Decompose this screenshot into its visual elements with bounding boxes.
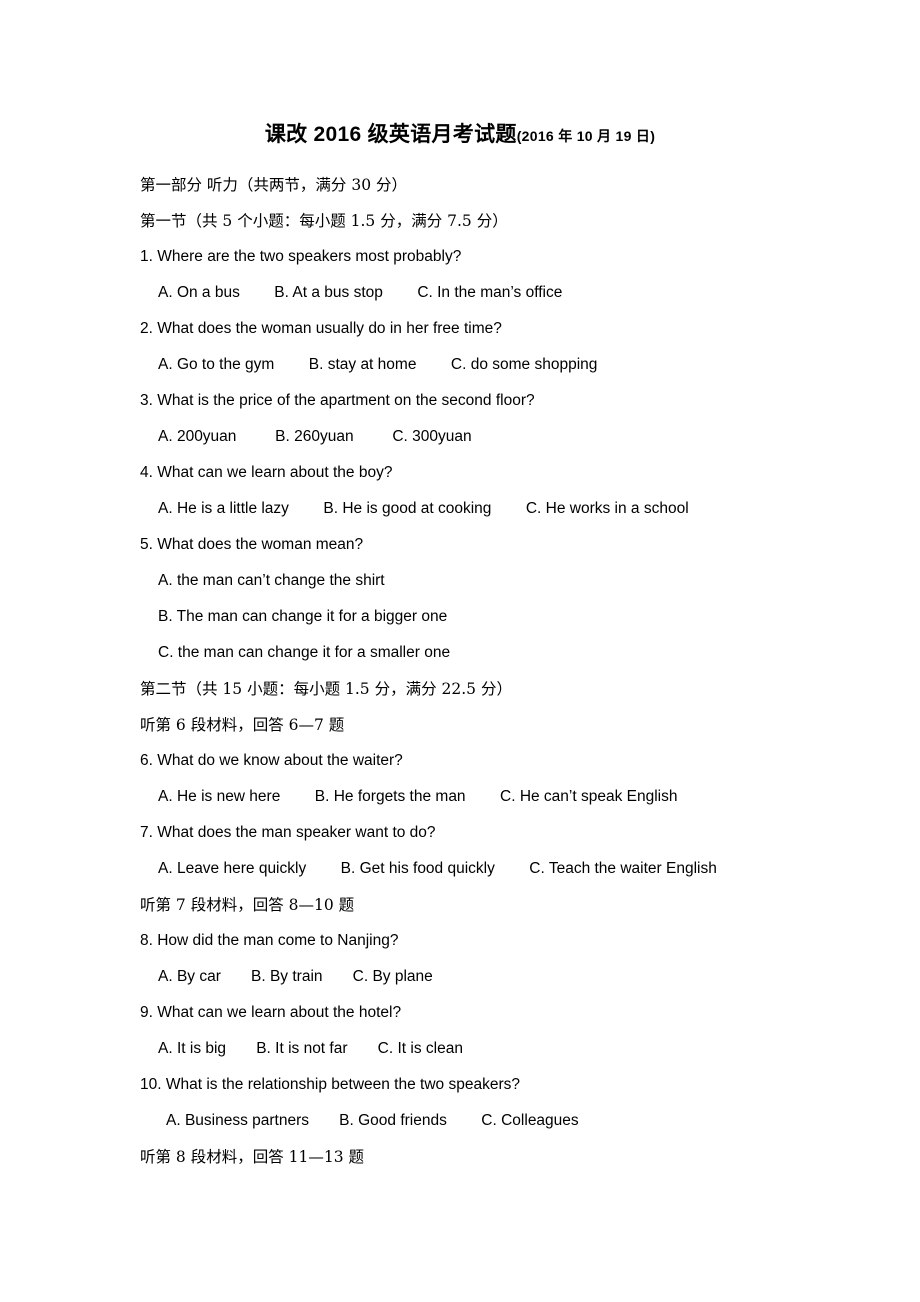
question-1-text: 1. Where are the two speakers most proba…	[140, 248, 462, 265]
section-two-heading: 第二节（共 15 小题：每小题 1.5 分，满分 22.5 分）	[140, 680, 512, 698]
material-7-heading: 听第 7 段材料，回答 8—10 题	[140, 896, 355, 914]
question-3-text: 3. What is the price of the apartment on…	[140, 392, 535, 409]
question-8-options[interactable]: A. By car B. By train C. By plane	[140, 959, 780, 995]
page-title-main: 课改 2016 级英语月考试题	[264, 123, 517, 146]
part-one-heading: 第一部分 听力（共两节，满分 30 分）	[140, 176, 408, 194]
question-5-option-c[interactable]: C. the man can change it for a smaller o…	[140, 635, 780, 671]
question-6-options[interactable]: A. He is new here B. He forgets the man …	[140, 779, 780, 815]
question-10-options[interactable]: A. Business partners B. Good friends C. …	[140, 1103, 780, 1139]
question-10-text: 10. What is the relationship between the…	[140, 1076, 520, 1093]
question-6-text: 6. What do we know about the waiter?	[140, 752, 403, 769]
question-3-options[interactable]: A. 200yuan B. 260yuan C. 300yuan	[140, 419, 780, 455]
question-8-text: 8. How did the man come to Nanjing?	[140, 932, 399, 949]
question-2-text: 2. What does the woman usually do in her…	[140, 320, 502, 337]
question-5-option-a[interactable]: A. the man can’t change the shirt	[140, 563, 780, 599]
question-2-options[interactable]: A. Go to the gym B. stay at home C. do s…	[140, 347, 780, 383]
question-1-options[interactable]: A. On a bus B. At a bus stop C. In the m…	[140, 275, 780, 311]
question-5-option-b[interactable]: B. The man can change it for a bigger on…	[140, 599, 780, 635]
question-7-text: 7. What does the man speaker want to do?	[140, 824, 436, 841]
page-title-date: (2016 年 10 月 19 日)	[516, 128, 656, 144]
material-8-heading: 听第 8 段材料，回答 11—13 题	[140, 1148, 365, 1166]
material-6-heading: 听第 6 段材料，回答 6—7 题	[140, 716, 345, 734]
question-7-options[interactable]: A. Leave here quickly B. Get his food qu…	[140, 851, 780, 887]
question-4-options[interactable]: A. He is a little lazy B. He is good at …	[140, 491, 780, 527]
question-5-text: 5. What does the woman mean?	[140, 536, 364, 553]
page-title: 课改 2016 级英语月考试题(2016 年 10 月 19 日)	[140, 120, 780, 151]
exam-paper-page: 课改 2016 级英语月考试题(2016 年 10 月 19 日) 第一部分 听…	[0, 0, 920, 1302]
section-one-heading: 第一节（共 5 个小题：每小题 1.5 分，满分 7.5 分）	[140, 212, 508, 230]
question-9-text: 9. What can we learn about the hotel?	[140, 1004, 402, 1021]
question-4-text: 4. What can we learn about the boy?	[140, 464, 393, 481]
question-9-options[interactable]: A. It is big B. It is not far C. It is c…	[140, 1031, 780, 1067]
